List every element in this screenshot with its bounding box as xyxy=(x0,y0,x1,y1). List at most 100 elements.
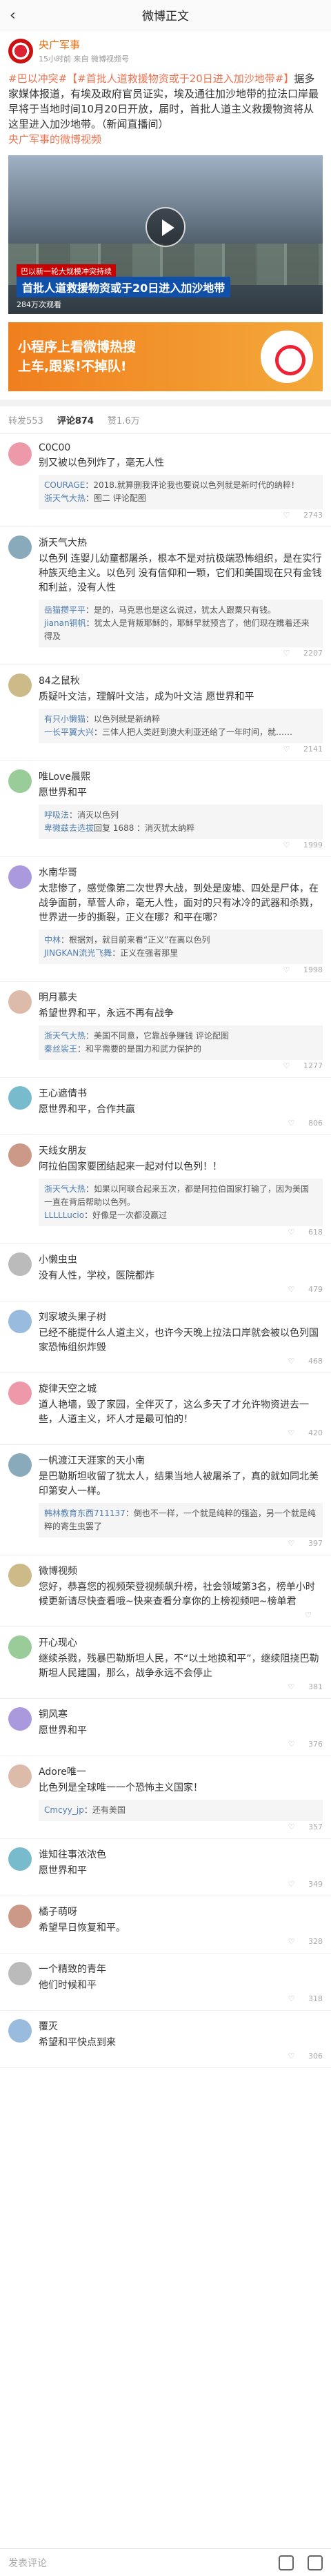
avatar[interactable] xyxy=(8,1564,32,1587)
avatar[interactable] xyxy=(8,1635,32,1659)
like-icon[interactable]: ♡ 618 xyxy=(288,1228,323,1237)
avatar[interactable] xyxy=(8,865,32,889)
avatar[interactable] xyxy=(8,442,32,466)
avatar[interactable] xyxy=(8,1382,32,1405)
avatar[interactable] xyxy=(8,1905,32,1928)
reply-author[interactable]: jianan铜帆 xyxy=(44,618,86,628)
reply-author[interactable]: Cmcyy_jp xyxy=(44,1805,84,1815)
reply-author[interactable]: 一长平翼大兴 xyxy=(44,727,94,737)
like-icon[interactable]: ♡ 381 xyxy=(288,1682,323,1691)
comment-item[interactable]: 橘子萌呀 希望早日恢复和平。 ♡ 328 xyxy=(0,1896,331,1954)
comment-item[interactable]: 谁知往事浓浓色 愿世界和平 ♡ 349 xyxy=(0,1839,331,1896)
reply-author[interactable]: JINGKAN流光飞舞 xyxy=(44,948,112,958)
comment-item[interactable]: 铜风寒 愿世界和平 ♡ 376 xyxy=(0,1699,331,1756)
like-icon[interactable]: ♡ 318 xyxy=(288,1994,323,2003)
reply-box[interactable]: 有只小懒猫：以色列就是新纳粹 一长平翼大兴：三体人把人类赶到澳大利亚还给了一年时间… xyxy=(39,709,323,743)
reply-box[interactable]: 浙天气大热：美国不同意，它靠战争赚钱 评论配图 秦丝裟王：和平需要的是国力和武力保… xyxy=(39,1025,323,1060)
like-icon[interactable]: ♡ 376 xyxy=(288,1740,323,1749)
comment-input[interactable]: 发表评论 xyxy=(8,2556,265,2570)
like-icon[interactable]: ♡ xyxy=(305,1611,323,1620)
comment-item[interactable]: 覆灭 希望和平快点到来 ♡ 306 xyxy=(0,2011,331,2068)
avatar[interactable] xyxy=(8,990,32,1014)
avatar[interactable] xyxy=(8,1086,32,1110)
comment-author[interactable]: 铜风寒 xyxy=(39,1707,323,1721)
comment-item[interactable]: 水南华哥 太悲惨了，感觉像第二次世界大战，到处是废墟、四处是尸体，在战争面前，草菅… xyxy=(0,857,331,982)
comment-item[interactable]: 唯Love晨熙 愿世界和平 呼吸法：消灭以色列 卑微兹去选拔回复 1688 ：消灭犹太… xyxy=(0,761,331,857)
comment-item[interactable]: 一个精致的青年 他们时候和平 ♡ 318 xyxy=(0,1954,331,2011)
reply-author[interactable]: 秦丝裟王 xyxy=(44,1044,77,1054)
reply-author[interactable]: 浙天气大热 xyxy=(44,1184,86,1194)
comment-author[interactable]: C0C00 xyxy=(39,442,323,453)
avatar[interactable] xyxy=(8,1847,32,1871)
like-icon[interactable]: ♡ 479 xyxy=(288,1285,323,1294)
comment-author[interactable]: 开心现心 xyxy=(39,1635,323,1649)
avatar[interactable] xyxy=(8,2019,32,2043)
like-icon[interactable]: ♡ 468 xyxy=(288,1357,323,1366)
like-icon[interactable]: ♡ 1998 xyxy=(283,965,323,974)
comment-author[interactable]: 微博视频 xyxy=(39,1564,323,1577)
comment-item[interactable]: 王心遮倩书 愿世界和平，合作共赢 ♡ 806 xyxy=(0,1078,331,1135)
reply-box[interactable]: 呼吸法：消灭以色列 卑微兹去选拔回复 1688 ：消灭犹太纳粹 xyxy=(39,805,323,839)
comment-item[interactable]: 天线女朋友 阿拉伯国家要团结起来一起对付以色列！！ 浙天气大热：如果以阿联合起来五次… xyxy=(0,1135,331,1244)
comment-author[interactable]: 覆灭 xyxy=(39,2019,323,2033)
avatar[interactable] xyxy=(8,1310,32,1333)
like-icon[interactable]: ♡ 420 xyxy=(288,1428,323,1437)
avatar[interactable] xyxy=(8,1962,32,1985)
comment-author[interactable]: 天线女朋友 xyxy=(39,1143,323,1157)
reply-author[interactable]: 浙天气大热 xyxy=(44,493,86,503)
avatar[interactable] xyxy=(8,38,33,63)
comment-author[interactable]: 明月慕夫 xyxy=(39,990,323,1004)
tab-likes[interactable]: 赞1.6万 xyxy=(108,413,140,426)
comment-author[interactable]: 谁知往事浓浓色 xyxy=(39,1847,323,1861)
like-icon[interactable]: ♡ 349 xyxy=(288,1880,323,1889)
comment-item[interactable]: 浙天气大热 以色列 连婴儿幼童都屠杀，根本不是对抗极端恐怖组织，是在实行种族灭绝主… xyxy=(0,527,331,665)
promo-banner[interactable]: 小程序上看微博热搜 上车,跟紧!不掉队! xyxy=(8,322,323,391)
tab-comments[interactable]: 评论874 xyxy=(57,413,94,426)
comment-item[interactable]: Adore唯一 比色列是全球唯一一个恐怖主义国家！ Cmcyy_jp：还有美国 ♡ 3… xyxy=(0,1756,331,1839)
like-icon[interactable]: ♡ 306 xyxy=(288,2052,323,2061)
avatar[interactable] xyxy=(8,1707,32,1731)
video-player[interactable]: 巴以新一轮大规模冲突持续 首批人道救援物资或于20日进入加沙地带 284万次观看 xyxy=(8,155,323,314)
avatar[interactable] xyxy=(8,1453,32,1477)
comment-author[interactable]: 旋律天空之城 xyxy=(39,1382,323,1395)
comment-author[interactable]: 一个精致的青年 xyxy=(39,1962,323,1976)
reply-author[interactable]: 浙天气大热 xyxy=(44,1031,86,1041)
comment-author[interactable]: 84之鼠秋 xyxy=(39,674,323,687)
like-icon[interactable]: ♡ 2743 xyxy=(283,511,323,520)
avatar[interactable] xyxy=(8,769,32,793)
reply-box[interactable]: 岳猫攒平平：是的，马克思也是这么说过，犹太人跟粟只有钱。 jianan铜帆：犹太人… xyxy=(39,600,323,647)
comment-item[interactable]: 84之鼠秋 质疑叶文洁，理解叶文洁，成为叶文洁 愿世界和平 有只小懒猫：以色列就是新… xyxy=(0,665,331,761)
reply-box[interactable]: 中林：根据刘，就目前来看“正义”在离以色列 JINGKAN流光飞舞：正义在强者那里 xyxy=(39,930,323,964)
comment-author[interactable]: 唯Love晨熙 xyxy=(39,769,323,783)
comment-author[interactable]: 王心遮倩书 xyxy=(39,1086,323,1100)
reply-box[interactable]: COURAGE：2018.就算删我评论我也要说以色列就是新时代的纳粹！ 浙天气大热… xyxy=(39,475,323,509)
avatar[interactable] xyxy=(8,1252,32,1276)
like-icon[interactable]: ♡ 357 xyxy=(288,1822,323,1831)
comment-item[interactable]: 微博视频 您好，恭喜您的视频荣登视频飙升榜，社会领域第3名，榜单小时候更新请尽快查… xyxy=(0,1555,331,1627)
avatar[interactable] xyxy=(8,1143,32,1167)
comment-author[interactable]: Adore唯一 xyxy=(39,1764,323,1778)
repost-icon[interactable] xyxy=(279,2555,294,2570)
author-name[interactable]: 央广军事 xyxy=(39,37,129,52)
like-icon[interactable]: ♡ 2141 xyxy=(283,745,323,754)
like-icon[interactable]: ♡ 2207 xyxy=(283,649,323,658)
reply-author[interactable]: 有只小懒猫 xyxy=(44,714,86,724)
play-icon[interactable] xyxy=(146,206,185,247)
comment-item[interactable]: 一帆渡江天涯家的天小南 是巴勒斯坦收留了犹太人，结果当地人被屠杀了，真的就如同北美… xyxy=(0,1445,331,1555)
like-icon[interactable]: ♡ 1277 xyxy=(283,1061,323,1070)
topic-link[interactable]: 【#首批人道救援物资或于20日进入加沙地带#】 xyxy=(67,72,294,85)
reply-author[interactable]: LLLLLucio xyxy=(44,1210,84,1220)
like-icon[interactable]: ♡ 1999 xyxy=(283,840,323,849)
reply-author[interactable]: COURAGE xyxy=(44,480,85,490)
like-icon[interactable]: ♡ 397 xyxy=(288,1539,323,1548)
avatar[interactable] xyxy=(8,674,32,697)
comment-item[interactable]: 开心现心 继续杀戮，残暴巴勒斯坦人民，不“以土地换和平”，继续阻挠巴勒斯坦人民建国… xyxy=(0,1627,331,1699)
comment-item[interactable]: 小懒虫虫 没有人性，学校，医院都炸 ♡ 479 xyxy=(0,1244,331,1301)
like-icon[interactable]: ♡ 806 xyxy=(288,1119,323,1128)
comment-item[interactable]: 旋律天空之城 道人艳墙，毁了家园，全伴灭了，这么多天了才允许物资进去一些，人道主义… xyxy=(0,1373,331,1445)
reply-box[interactable]: 浙天气大热：如果以阿联合起来五次，都是阿拉伯国家打输了，因为美国一直在背后帮助以… xyxy=(39,1179,323,1226)
reply-box[interactable]: 韩林教育东西711137：倒也不一样，一个就是纯粹的强盗，另一个就是纯粹的寄生虫… xyxy=(39,1503,323,1537)
reply-author[interactable]: 韩林教育东西711137 xyxy=(44,1508,126,1518)
reply-author[interactable]: 卑微兹去选拔 xyxy=(44,823,94,833)
reply-author[interactable]: 中林 xyxy=(44,935,61,945)
